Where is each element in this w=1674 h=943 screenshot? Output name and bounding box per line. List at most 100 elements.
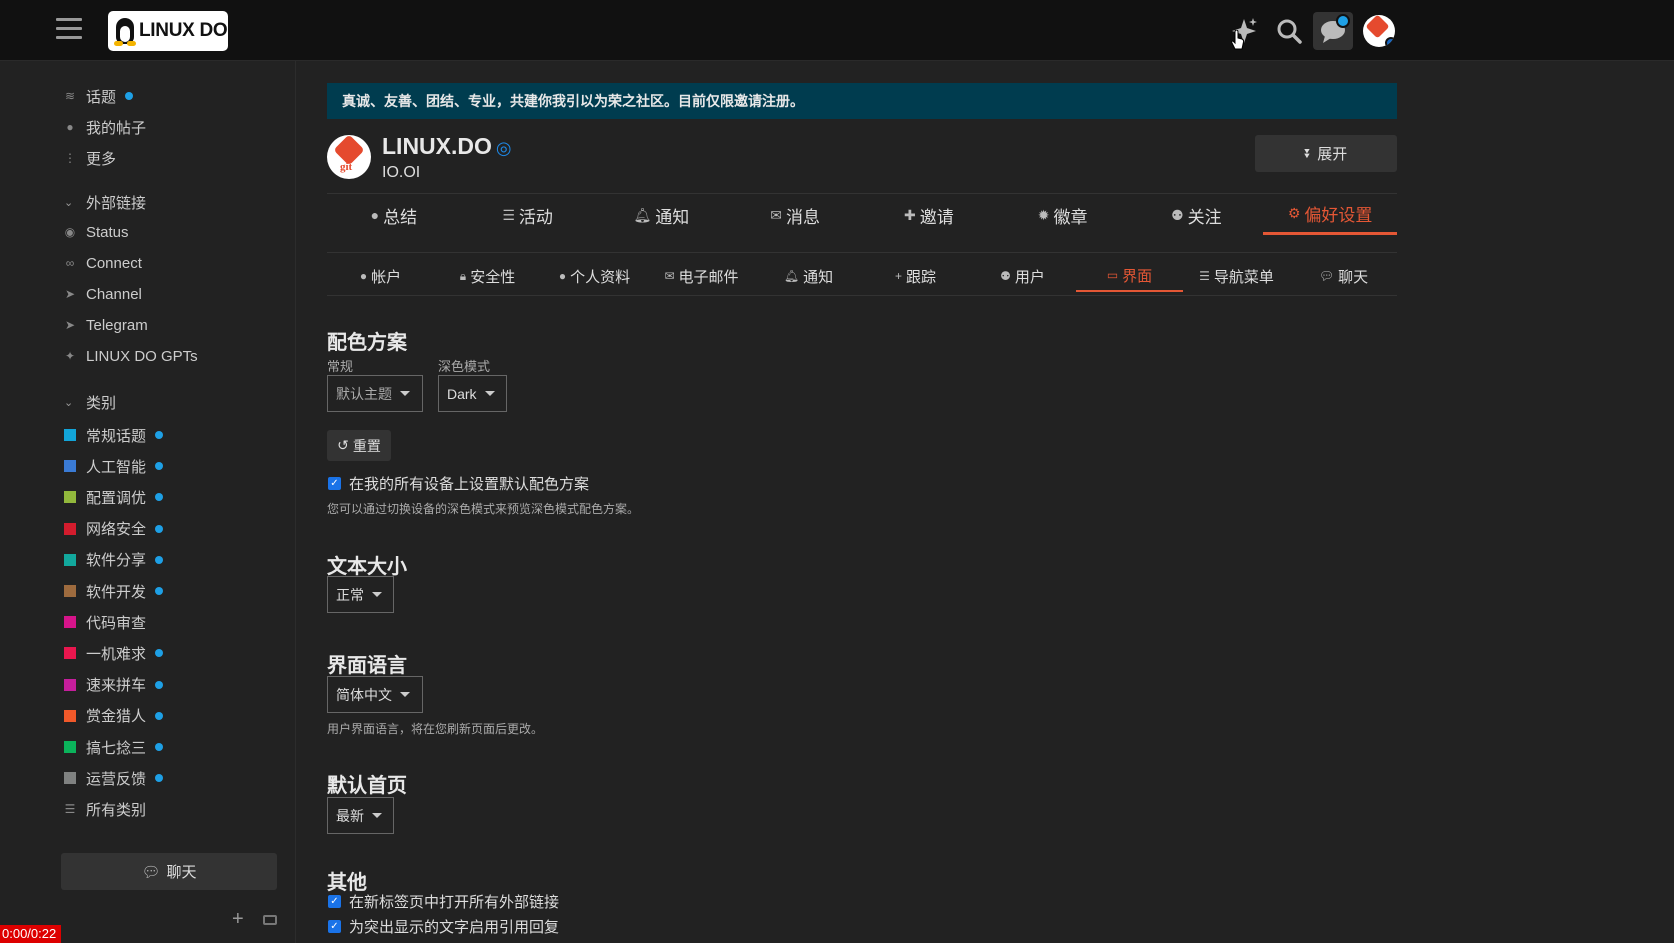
sidebar-category-item[interactable]: 代码审查 bbox=[64, 610, 146, 634]
sidebar-category-item[interactable]: 运营反馈 bbox=[64, 766, 164, 790]
tab-comment[interactable]: 💬︎ 聊天 bbox=[1290, 260, 1397, 292]
reset-button[interactable]: ↺ 重置 bbox=[327, 430, 391, 461]
reset-label: 重置 bbox=[352, 437, 381, 454]
sidebar-category-item[interactable]: 软件分享 bbox=[64, 548, 164, 572]
unread-dot bbox=[155, 493, 164, 502]
text-size-dropdown[interactable]: 正常 bbox=[327, 576, 394, 613]
comment-icon: 💬︎ bbox=[1318, 269, 1335, 283]
regular-scheme-dropdown[interactable]: 默认主题 bbox=[327, 375, 423, 412]
tab-plus[interactable]: + 跟踪 bbox=[862, 260, 969, 292]
sidebar-chat-button[interactable]: 💬︎ 聊天 bbox=[61, 853, 277, 890]
search-icon[interactable] bbox=[1269, 12, 1309, 50]
paper-plane-icon: ➤ bbox=[64, 318, 76, 332]
sidebar-category-item[interactable]: 配置调优 bbox=[64, 485, 164, 509]
tab-badge[interactable]: ✹ 徽章 bbox=[996, 195, 1130, 235]
chat-icon[interactable] bbox=[1313, 12, 1353, 50]
external-links-header[interactable]: ⌄ 外部链接 bbox=[64, 192, 146, 213]
video-timecode: 0:00/0:22 bbox=[0, 925, 61, 943]
keyboard-icon[interactable] bbox=[263, 915, 277, 925]
sidebar-item-label: 所有类别 bbox=[86, 801, 147, 819]
tab-gear[interactable]: ⚙ 偏好设置 bbox=[1263, 195, 1397, 235]
sidebar-link-status[interactable]: ◉ Status bbox=[64, 220, 129, 244]
category-color-swatch bbox=[64, 585, 76, 597]
caret-down-icon bbox=[400, 391, 410, 396]
comment-icon: 💬︎ bbox=[141, 863, 161, 881]
sidebar-category-item[interactable]: 赏金猎人 bbox=[64, 704, 164, 728]
ui-language-dropdown[interactable]: 简体中文 bbox=[327, 676, 423, 713]
caret-down-icon bbox=[372, 813, 382, 818]
profile-avatar[interactable]: git bbox=[327, 135, 371, 179]
tab-users[interactable]: ⚉ 关注 bbox=[1130, 195, 1264, 235]
sparkle-icon: ✦ bbox=[64, 349, 76, 363]
expand-button[interactable]: ⏬︎ 展开 bbox=[1255, 135, 1397, 172]
tab-users[interactable]: ⚉ 用户 bbox=[969, 260, 1076, 292]
user-icon: ● bbox=[558, 269, 567, 283]
category-color-swatch bbox=[64, 522, 76, 535]
eye-icon: ◉ bbox=[64, 225, 76, 239]
sidebar-link-gpts[interactable]: ✦ LINUX DO GPTs bbox=[64, 344, 198, 368]
checkbox-checked[interactable]: ✓ bbox=[328, 477, 341, 490]
quote-reply-checkbox[interactable]: ✓ 为突出显示的文字启用引用回复 bbox=[328, 916, 559, 937]
unread-dot bbox=[155, 649, 164, 658]
tab-user[interactable]: ● 个人资料 bbox=[541, 260, 648, 292]
sidebar-item-topics[interactable]: ≋ 话题 bbox=[64, 84, 134, 108]
tab-lock[interactable]: 🔒︎ 安全性 bbox=[434, 260, 541, 292]
site-banner: 真诚、友善、团结、专业，共建你我引以为荣之社区。目前仅限邀请注册。 bbox=[327, 83, 1397, 119]
profile-tabs: ● 总结 ☰ 活动 🔔︎ 通知 ✉ 消息 ✚ 邀请 ✹ 徽章 ⚉ 关注 ⚙ 偏好设置 bbox=[327, 195, 1397, 235]
tab-bell[interactable]: 🔔︎ 通知 bbox=[755, 260, 862, 292]
unread-dot bbox=[155, 555, 164, 564]
sidebar-item-my-posts[interactable]: ● 我的帖子 bbox=[64, 115, 146, 139]
tab-envelope[interactable]: ✉ 消息 bbox=[728, 195, 862, 235]
default-home-dropdown[interactable]: 最新 bbox=[327, 797, 394, 834]
sidebar-item-label: 配置调优 bbox=[86, 489, 147, 507]
checkbox-checked[interactable]: ✓ bbox=[328, 895, 341, 908]
user-avatar[interactable] bbox=[1363, 15, 1395, 47]
categories-header[interactable]: ⌄ 类别 bbox=[64, 392, 116, 413]
category-color-swatch bbox=[64, 460, 76, 473]
tab-bell[interactable]: 🔔︎ 通知 bbox=[595, 195, 729, 235]
ui-language-title: 界面语言 bbox=[327, 655, 407, 677]
profile-handle: IO.OI bbox=[382, 164, 421, 181]
tab-user-plus[interactable]: ✚ 邀请 bbox=[862, 195, 996, 235]
tab-user[interactable]: ● 帐户 bbox=[327, 260, 434, 292]
sidebar-item-label: 我的帖子 bbox=[86, 119, 147, 137]
tab-desktop[interactable]: ▭ 界面 bbox=[1076, 260, 1183, 292]
sidebar-category-item[interactable]: 常规话题 bbox=[64, 423, 164, 447]
paper-plane-icon: ➤ bbox=[64, 287, 76, 301]
open-external-links-checkbox[interactable]: ✓ 在新标签页中打开所有外部链接 bbox=[328, 891, 559, 912]
site-logo[interactable]: LINUX DO bbox=[108, 11, 228, 51]
tab-label: 聊天 bbox=[1338, 268, 1369, 286]
sidebar-category-item[interactable]: 搞七捻三 bbox=[64, 735, 164, 759]
list-icon: ☰ bbox=[64, 802, 76, 816]
sidebar-link-channel[interactable]: ➤ Channel bbox=[64, 282, 142, 306]
tab-label: 安全性 bbox=[470, 268, 516, 286]
tab-bars[interactable]: ☰ 导航菜单 bbox=[1183, 260, 1290, 292]
tab-envelope[interactable]: ✉ 电子邮件 bbox=[648, 260, 755, 292]
dark-scheme-dropdown[interactable]: Dark bbox=[438, 375, 507, 412]
sidebar-item-more[interactable]: ⋮ 更多 bbox=[64, 146, 116, 170]
tab-label: 电子邮件 bbox=[678, 268, 739, 286]
color-scheme-hint: 您可以通过切换设备的深色模式来预览深色模式配色方案。 bbox=[327, 502, 640, 516]
default-scheme-checkbox[interactable]: ✓ 在我的所有设备上设置默认配色方案 bbox=[328, 473, 589, 494]
tab-list[interactable]: ☰ 活动 bbox=[461, 195, 595, 235]
verified-swirl-icon: ◎ bbox=[495, 138, 512, 158]
sidebar-all-categories[interactable]: ☰ 所有类别 bbox=[64, 797, 146, 821]
sidebar-link-connect[interactable]: ∞ Connect bbox=[64, 251, 142, 275]
sidebar-link-telegram[interactable]: ➤ Telegram bbox=[64, 313, 148, 337]
category-color-swatch bbox=[64, 741, 76, 753]
sidebar-category-item[interactable]: 一机难求 bbox=[64, 641, 164, 665]
section-label: 类别 bbox=[86, 395, 117, 412]
sidebar-category-item[interactable]: 速来拼车 bbox=[64, 673, 164, 697]
sidebar-category-item[interactable]: 软件开发 bbox=[64, 579, 164, 603]
sidebar-category-item[interactable]: 网络安全 bbox=[64, 517, 164, 541]
checkbox-checked[interactable]: ✓ bbox=[328, 920, 341, 933]
color-scheme-title: 配色方案 bbox=[327, 332, 407, 354]
dropdown-value: 正常 bbox=[336, 586, 364, 603]
hamburger-icon[interactable] bbox=[56, 18, 82, 40]
sidebar-category-item[interactable]: 人工智能 bbox=[64, 454, 164, 478]
sidebar: ≋ 话题 ● 我的帖子 ⋮ 更多 ⌄ 外部链接 ◉ Status ∞ Conne… bbox=[0, 61, 296, 943]
tab-user[interactable]: ● 总结 bbox=[327, 195, 461, 235]
plus-icon[interactable]: + bbox=[232, 908, 244, 931]
dropdown-value: 简体中文 bbox=[336, 686, 392, 703]
user-icon: ● bbox=[66, 120, 74, 134]
